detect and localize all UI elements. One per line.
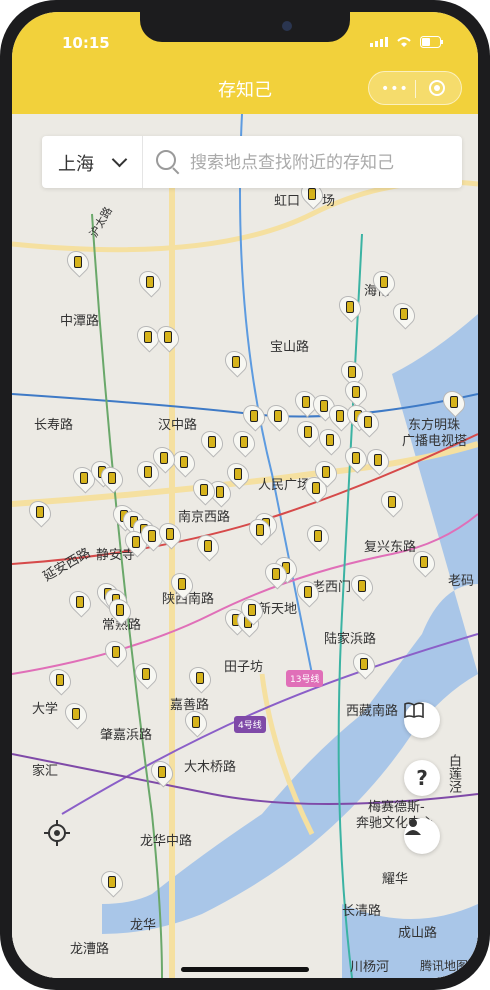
map-label-baoshan: 宝山路	[270, 340, 310, 355]
map-label-xizang: 西藏南路	[346, 704, 399, 719]
search-icon	[156, 150, 176, 170]
map-label-baili: 白莲泾	[446, 754, 461, 793]
cellular-signal-icon	[370, 37, 388, 47]
chevron-down-icon[interactable]	[111, 151, 128, 168]
map-label-zhaojia: 肇嘉浜路	[100, 728, 153, 743]
map-label-chengshan: 成山路	[398, 926, 438, 941]
map-view[interactable]: 虹口 场 中潭路 宝山路 海伦 汉中路 长寿路 东方明珠 广播电视塔 人民广场 …	[12, 114, 478, 978]
map-label-changshou: 长寿路	[34, 418, 74, 433]
metro-line-4-badge: 4号线	[234, 716, 266, 733]
map-label-longhua-mid: 龙华中路	[140, 834, 193, 849]
map-label-xintiandi: 新天地	[258, 602, 298, 617]
close-mini-program-icon[interactable]	[429, 80, 445, 96]
locate-icon	[44, 820, 70, 846]
map-label-chuanyang: 川杨河	[350, 960, 390, 975]
map-label-guangbo: 广播电视塔	[402, 434, 468, 449]
mini-program-capsule: •••	[368, 71, 462, 105]
map-label-fuxing: 复兴东路	[364, 540, 417, 555]
map-label-tianzi: 田子坊	[224, 660, 264, 675]
map-label-hongkou: 虹口	[274, 194, 301, 209]
map-label-longhua: 龙华	[130, 918, 157, 933]
map-label-jiahui: 家汇	[32, 764, 59, 779]
search-input[interactable]	[188, 136, 462, 190]
wifi-icon	[397, 37, 411, 47]
map-label-changqing: 长清路	[342, 904, 382, 919]
map-label-zhongtan: 中潭路	[60, 314, 100, 329]
metro-line-13-badge: 13号线	[286, 670, 324, 687]
map-label-longcao: 龙漕路	[70, 942, 110, 957]
help-button[interactable]: ?	[404, 760, 440, 796]
user-center-button[interactable]	[404, 818, 440, 854]
nav-bar: 存知己 •••	[12, 60, 478, 114]
map-label-jiashan: 嘉善路	[170, 698, 210, 713]
guide-book-button[interactable]	[404, 702, 440, 738]
status-icons	[370, 36, 444, 48]
phone-frame: 10:15 存知己 ••• 虹口 场 中潭路 宝山路 海伦 汉中路 长寿路 东方…	[0, 0, 490, 990]
battery-icon	[420, 36, 443, 48]
map-label-nanjing: 南京西路	[178, 510, 231, 525]
user-icon	[405, 819, 421, 835]
map-label-lujia: 陆家浜路	[324, 632, 377, 647]
app-screen: 10:15 存知己 ••• 虹口 场 中潭路 宝山路 海伦 汉中路 长寿路 东方…	[12, 12, 478, 978]
device-notch	[140, 12, 350, 42]
map-label-renmin: 人民广场	[258, 478, 311, 493]
search-bar: 上海	[42, 136, 462, 190]
book-icon	[404, 702, 424, 718]
locate-button[interactable]	[44, 820, 80, 856]
map-label-daxue: 大学	[32, 702, 59, 717]
more-options-icon[interactable]: •••	[381, 81, 409, 97]
map-label-yaohua: 耀华	[382, 872, 409, 887]
city-selector[interactable]: 上海	[58, 150, 94, 176]
home-indicator	[181, 967, 309, 972]
map-label-dashu: 大木桥路	[184, 760, 237, 775]
status-time: 10:15	[62, 34, 110, 52]
map-label-chang: 场	[322, 194, 336, 209]
map-provider-logo: 腾讯地图	[419, 959, 468, 973]
map-label-lao: 老码	[448, 574, 475, 589]
map-label-hanzhong: 汉中路	[158, 418, 198, 433]
